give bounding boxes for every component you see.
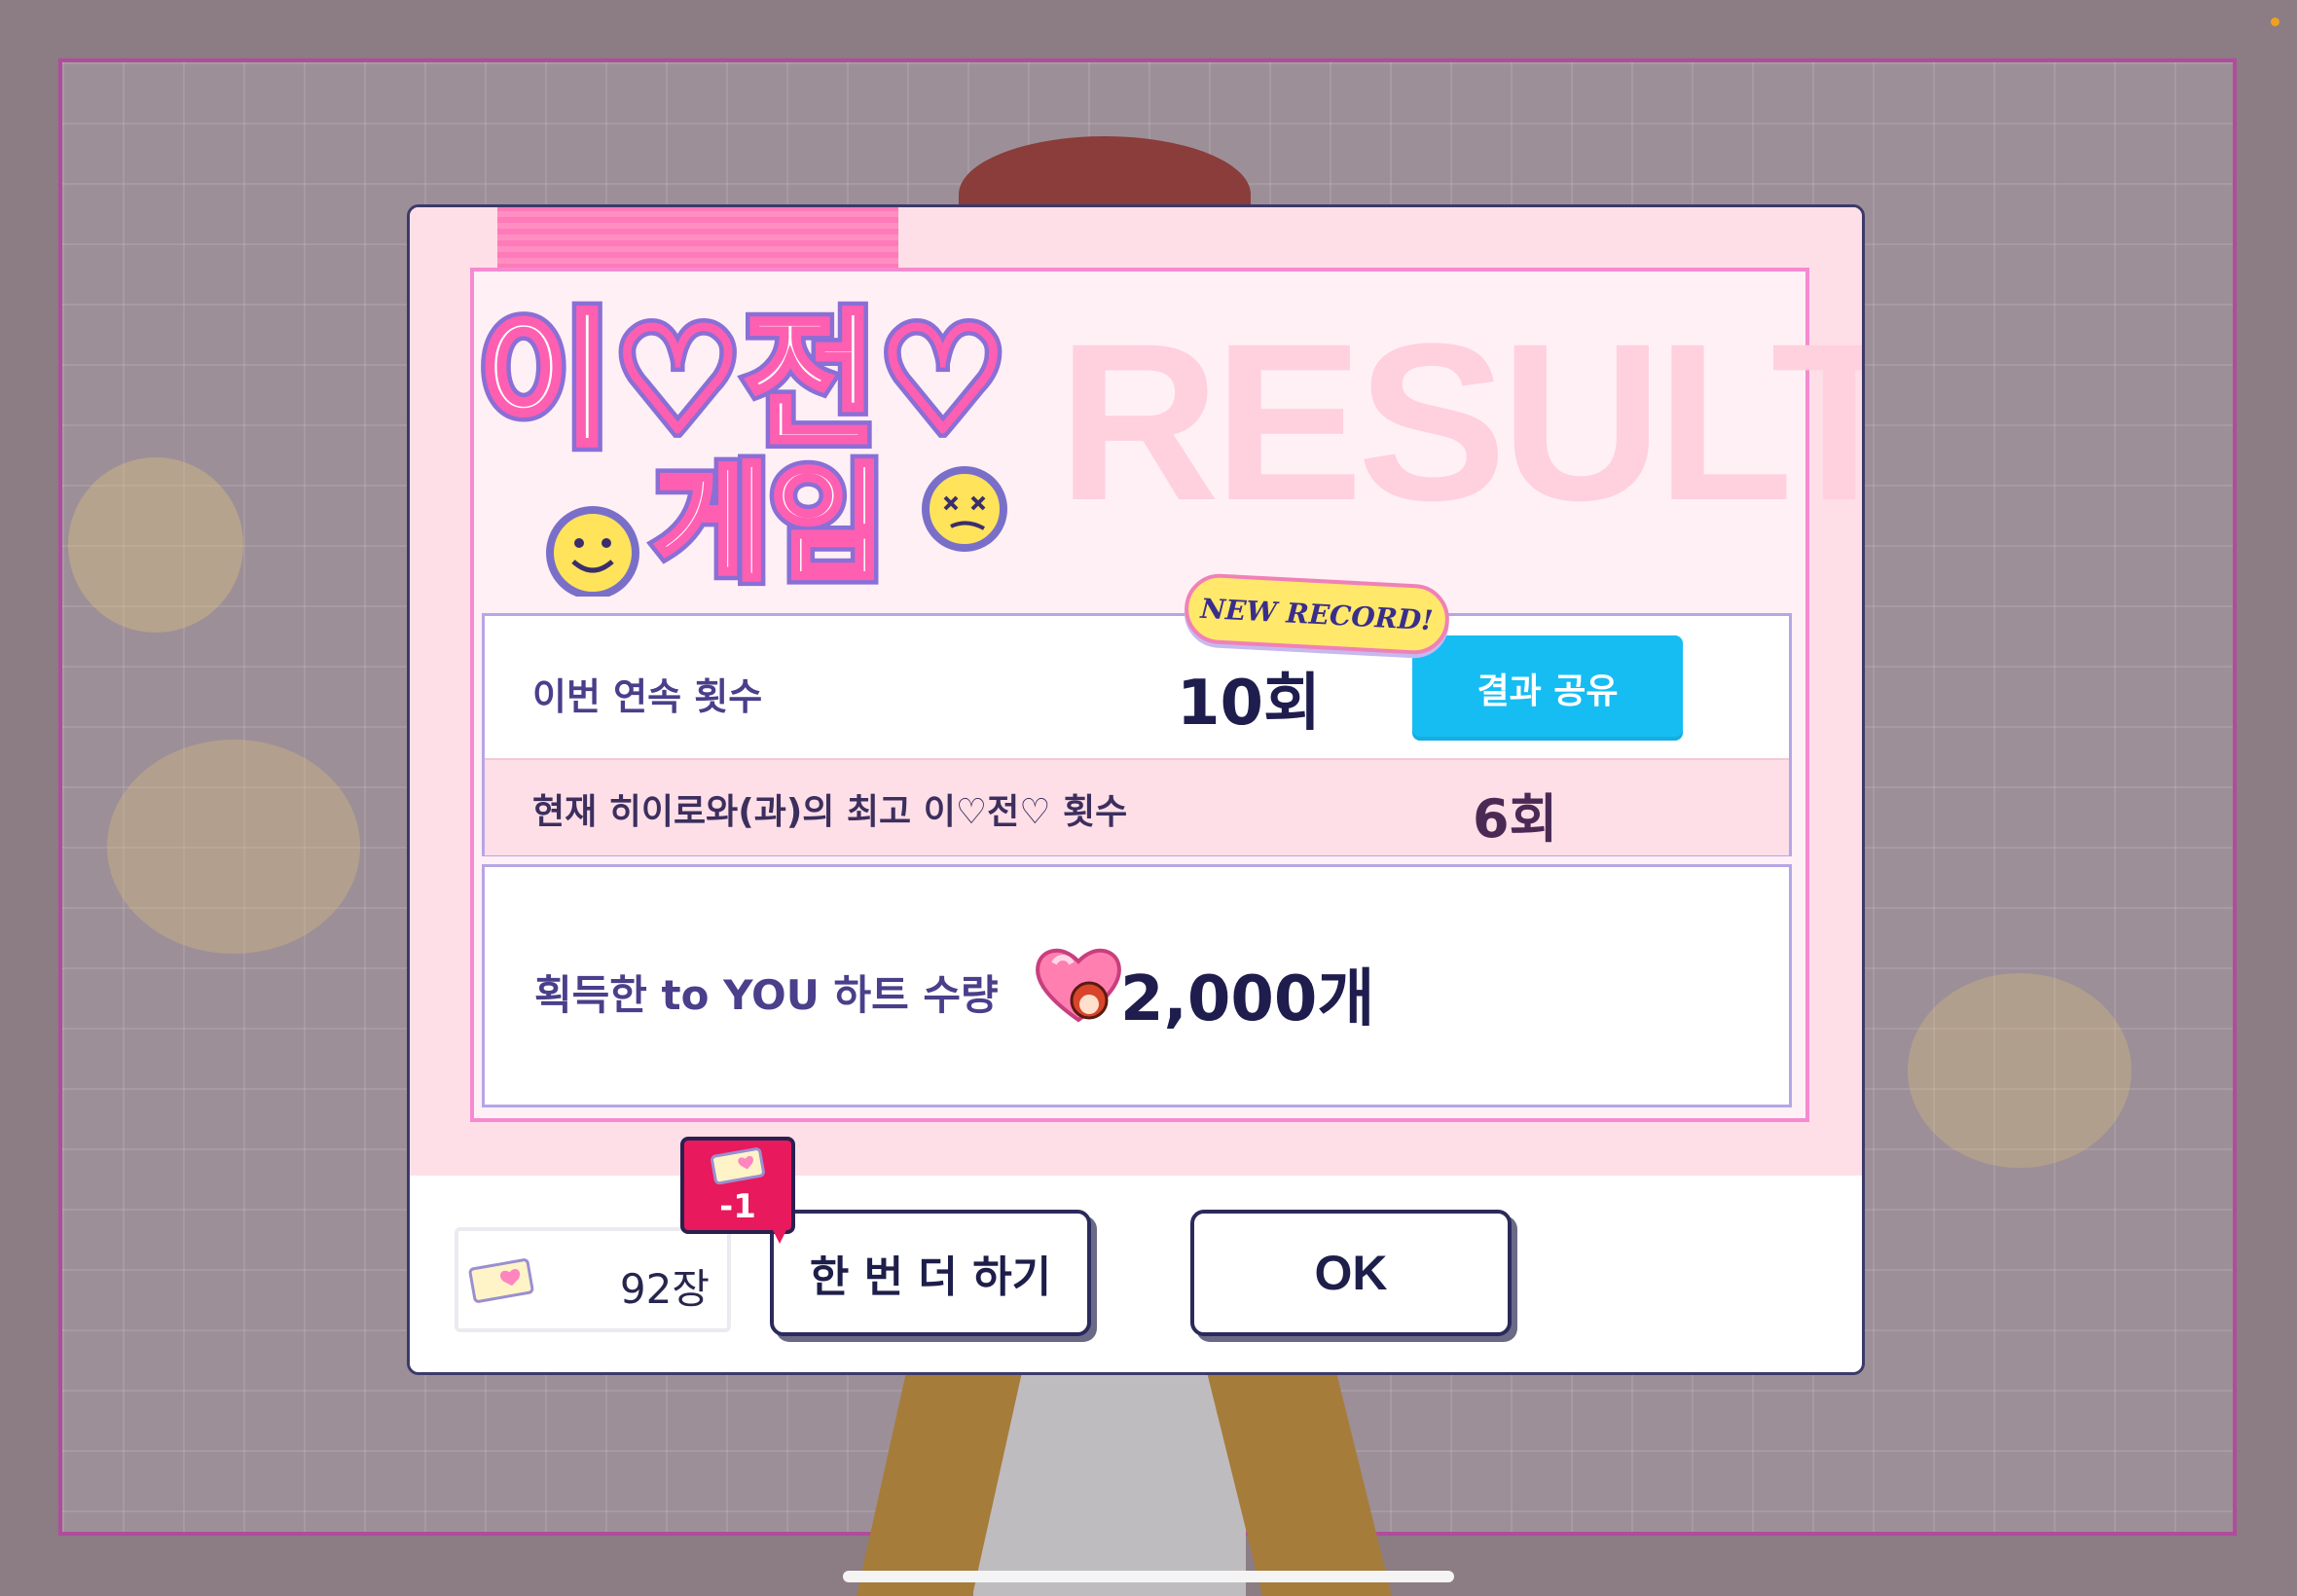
reward-value: 2,000개 (1120, 963, 1375, 1035)
retry-button[interactable]: 한 번 더 하기 (770, 1210, 1091, 1336)
share-result-button[interactable]: 결과 공유 (1412, 635, 1683, 741)
ticket-cost-value: -1 (719, 1187, 756, 1226)
background-flower-right (1908, 973, 2132, 1168)
ok-button[interactable]: OK (1190, 1210, 1512, 1336)
logo-title-line2-accent: 게임 (653, 450, 886, 597)
ticket-cost-icon (711, 1147, 765, 1185)
status-indicator-dot (2271, 18, 2279, 26)
logo-smile-icon (546, 506, 639, 597)
logo-dizzy-icon (922, 466, 1007, 552)
ticket-count: 92장 (619, 1265, 710, 1313)
ticket-icon (468, 1258, 534, 1303)
new-record-badge: NEW RECORD! (1183, 571, 1451, 657)
background-flower-left (68, 457, 243, 633)
logo-title-line1-accent: 이♡전♡ (478, 297, 1008, 466)
ticket-cost-badge: -1 (680, 1137, 795, 1234)
streak-value: 10회 (1177, 668, 1321, 740)
result-dialog: RESULT 이♡전♡ 이♡전♡ 게임 게임 이번 연속 횟수 10회 결과 공… (407, 204, 1865, 1375)
result-watermark: RESULT (1058, 297, 1865, 547)
heart-icon (1036, 949, 1121, 1023)
best-record-label: 현재 히이로와(과)의 최고 이♡전♡ 횟수 (532, 792, 1128, 832)
background-flower-left-lower (107, 740, 360, 954)
reward-label: 획득한 to YOU 하트 수량 (534, 971, 999, 1019)
home-indicator-bar[interactable] (843, 1571, 1454, 1582)
streak-label: 이번 연속 횟수 (532, 675, 763, 718)
game-logo: 이♡전♡ 이♡전♡ 게임 게임 (471, 290, 1015, 597)
ticket-cost-badge-tail (770, 1224, 789, 1244)
ticket-counter: 92장 (455, 1227, 731, 1332)
best-record-value: 6회 (1473, 788, 1558, 850)
